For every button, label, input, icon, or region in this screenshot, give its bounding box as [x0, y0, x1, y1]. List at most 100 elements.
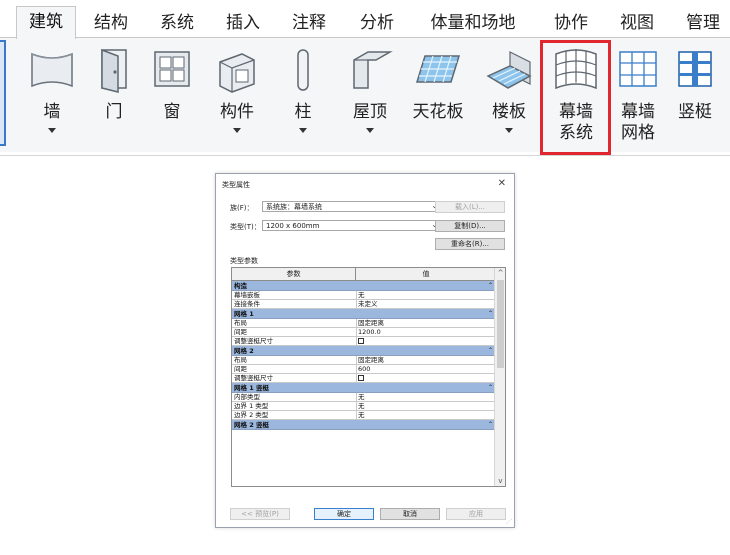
close-icon[interactable]: ✕ — [498, 178, 506, 189]
table-row[interactable]: 间距 1200.0 — [232, 328, 496, 337]
scroll-thumb[interactable] — [497, 280, 504, 368]
column-button[interactable]: 柱 — [278, 40, 328, 150]
group-row[interactable]: 网格 1 ⌃ — [232, 309, 496, 319]
component-dropdown-arrow[interactable] — [233, 128, 241, 133]
roof-icon — [344, 44, 396, 100]
table-row[interactable]: 边界 2 类型 无 — [232, 411, 496, 420]
ok-button[interactable]: 确定 — [314, 508, 374, 520]
collapse-icon[interactable]: ⌃ — [488, 309, 493, 319]
tab-architecture[interactable]: 建筑 — [16, 6, 76, 39]
tab-analyze[interactable]: 分析 — [352, 8, 402, 38]
parameter-name: 连接条件 — [234, 300, 260, 308]
parameter-checkbox-cell[interactable] — [358, 337, 494, 346]
table-row[interactable]: 幕墙嵌板 无 — [232, 291, 496, 300]
group-label: 网格 2 — [234, 347, 254, 355]
parameter-value[interactable]: 无 — [358, 411, 494, 420]
parameters-table: 参数 值 构造 ⌃ 幕墙嵌板无连接条件 未定义 网格 1 ⌃ 布局 固定距离 间距 1200.0 调… — [231, 267, 506, 487]
table-row[interactable]: 边界 1 类型 无 — [232, 402, 496, 411]
column-dropdown-arrow[interactable] — [299, 128, 307, 133]
parameter-value[interactable]: 固定距离 — [358, 356, 494, 365]
wall-icon — [26, 44, 78, 100]
ribbon: 建筑 结构 系统 插入 注释 分析 体量和场地 协作 视图 管理 墙 门 窗 构… — [0, 0, 730, 155]
component-icon — [212, 44, 262, 100]
rename-button[interactable]: 重命名(R)... — [435, 238, 505, 250]
parameter-name: 布局 — [234, 319, 247, 327]
wall-dropdown-arrow[interactable] — [48, 128, 56, 133]
window-icon — [149, 44, 195, 100]
floor-dropdown-arrow[interactable] — [505, 128, 513, 133]
collapse-icon[interactable]: ⌃ — [488, 420, 493, 430]
parameter-value[interactable]: 600 — [358, 365, 494, 374]
door-label: 门 — [105, 102, 123, 122]
type-select[interactable]: 1200 x 600mm ⌄ — [262, 220, 442, 231]
table-row[interactable]: 调整竖梃尺寸 — [232, 337, 496, 346]
curtain-grid-icon — [614, 44, 662, 100]
column-label: 柱 — [294, 102, 312, 122]
roof-dropdown-arrow[interactable] — [366, 128, 374, 133]
roof-button[interactable]: 屋顶 — [340, 40, 400, 150]
apply-button[interactable]: 应用 — [446, 508, 506, 520]
curtain-grid-label: 幕墙 — [621, 102, 655, 122]
table-row[interactable]: 布局 固定距离 — [232, 356, 496, 365]
floor-icon — [482, 44, 536, 100]
tab-insert[interactable]: 插入 — [218, 8, 268, 38]
checkbox[interactable] — [358, 375, 364, 381]
parameter-name: 间距 — [234, 328, 247, 336]
table-body: 构造 ⌃ 幕墙嵌板无连接条件 未定义 网格 1 ⌃ 布局 固定距离 间距 1200.0 调整竖梃尺寸… — [232, 281, 496, 430]
parameter-value[interactable]: 未定义 — [358, 300, 494, 309]
scroll-down-icon[interactable]: v — [495, 476, 505, 486]
window-button[interactable]: 窗 — [146, 40, 198, 150]
ribbon-left-edge — [0, 40, 6, 146]
collapse-icon[interactable]: ⌃ — [488, 383, 493, 393]
parameter-name: 调整竖梃尺寸 — [234, 337, 273, 345]
parameter-value[interactable]: 1200.0 — [358, 328, 494, 337]
duplicate-button[interactable]: 复制(D)... — [435, 220, 505, 232]
parameter-value[interactable]: 固定距离 — [358, 319, 494, 328]
parameter-value[interactable]: 无 — [358, 393, 494, 402]
parameter-value[interactable]: 无 — [358, 402, 494, 411]
load-button[interactable]: 载入(L)... — [435, 201, 505, 213]
component-button[interactable]: 构件 — [208, 40, 266, 150]
table-row[interactable]: 连接条件 未定义 — [232, 300, 496, 309]
group-row[interactable]: 网格 2 竖梃 ⌃ — [232, 420, 496, 430]
table-scrollbar[interactable]: ^ v — [494, 268, 505, 486]
group-row[interactable]: 网格 2 ⌃ — [232, 346, 496, 356]
cancel-button[interactable]: 取消 — [380, 508, 440, 520]
tab-systems[interactable]: 系统 — [152, 8, 202, 38]
mullion-button[interactable]: 竖梃 — [668, 40, 722, 150]
table-row[interactable]: 内部类型 无 — [232, 393, 496, 402]
curtain-grid-button[interactable]: 幕墙 网格 — [612, 40, 664, 150]
type-parameters-label: 类型参数 — [230, 257, 258, 265]
tab-massing-site[interactable]: 体量和场地 — [422, 8, 524, 38]
family-select[interactable]: 系统族：幕墙系统 ⌄ — [262, 201, 442, 212]
group-row[interactable]: 构造 ⌃ — [232, 281, 496, 291]
tab-collaborate[interactable]: 协作 — [546, 8, 596, 38]
tab-annotate[interactable]: 注释 — [284, 8, 334, 38]
table-row[interactable]: 布局 固定距离 — [232, 319, 496, 328]
type-label: 类型(T)： — [230, 223, 261, 231]
mullion-icon — [671, 44, 719, 100]
tab-manage[interactable]: 管理 — [676, 8, 730, 38]
floor-button[interactable]: 楼板 — [478, 40, 540, 150]
parameter-checkbox-cell[interactable] — [358, 374, 494, 383]
table-row[interactable]: 间距 600 — [232, 365, 496, 374]
parameter-value[interactable]: 无 — [358, 291, 494, 300]
tab-structure[interactable]: 结构 — [86, 8, 136, 38]
parameter-name: 间距 — [234, 365, 247, 373]
resize-grip-icon[interactable]: ⋰ — [506, 518, 512, 525]
group-label: 网格 1 竖梃 — [234, 384, 270, 392]
door-button[interactable]: 门 — [88, 40, 140, 150]
ceiling-button[interactable]: 天花板 — [404, 40, 472, 150]
column-icon — [288, 44, 318, 100]
collapse-icon[interactable]: ⌃ — [488, 346, 493, 356]
checkbox[interactable] — [358, 338, 364, 344]
collapse-icon[interactable]: ⌃ — [488, 281, 493, 291]
tab-view[interactable]: 视图 — [612, 8, 662, 38]
group-row[interactable]: 网格 1 竖梃 ⌃ — [232, 383, 496, 393]
scroll-up-icon[interactable]: ^ — [495, 268, 505, 278]
preview-button[interactable]: << 预览(P) — [230, 508, 290, 520]
wall-button[interactable]: 墙 — [22, 40, 82, 150]
group-label: 网格 1 — [234, 310, 254, 318]
table-row[interactable]: 调整竖梃尺寸 — [232, 374, 496, 383]
window-label: 窗 — [163, 102, 181, 122]
